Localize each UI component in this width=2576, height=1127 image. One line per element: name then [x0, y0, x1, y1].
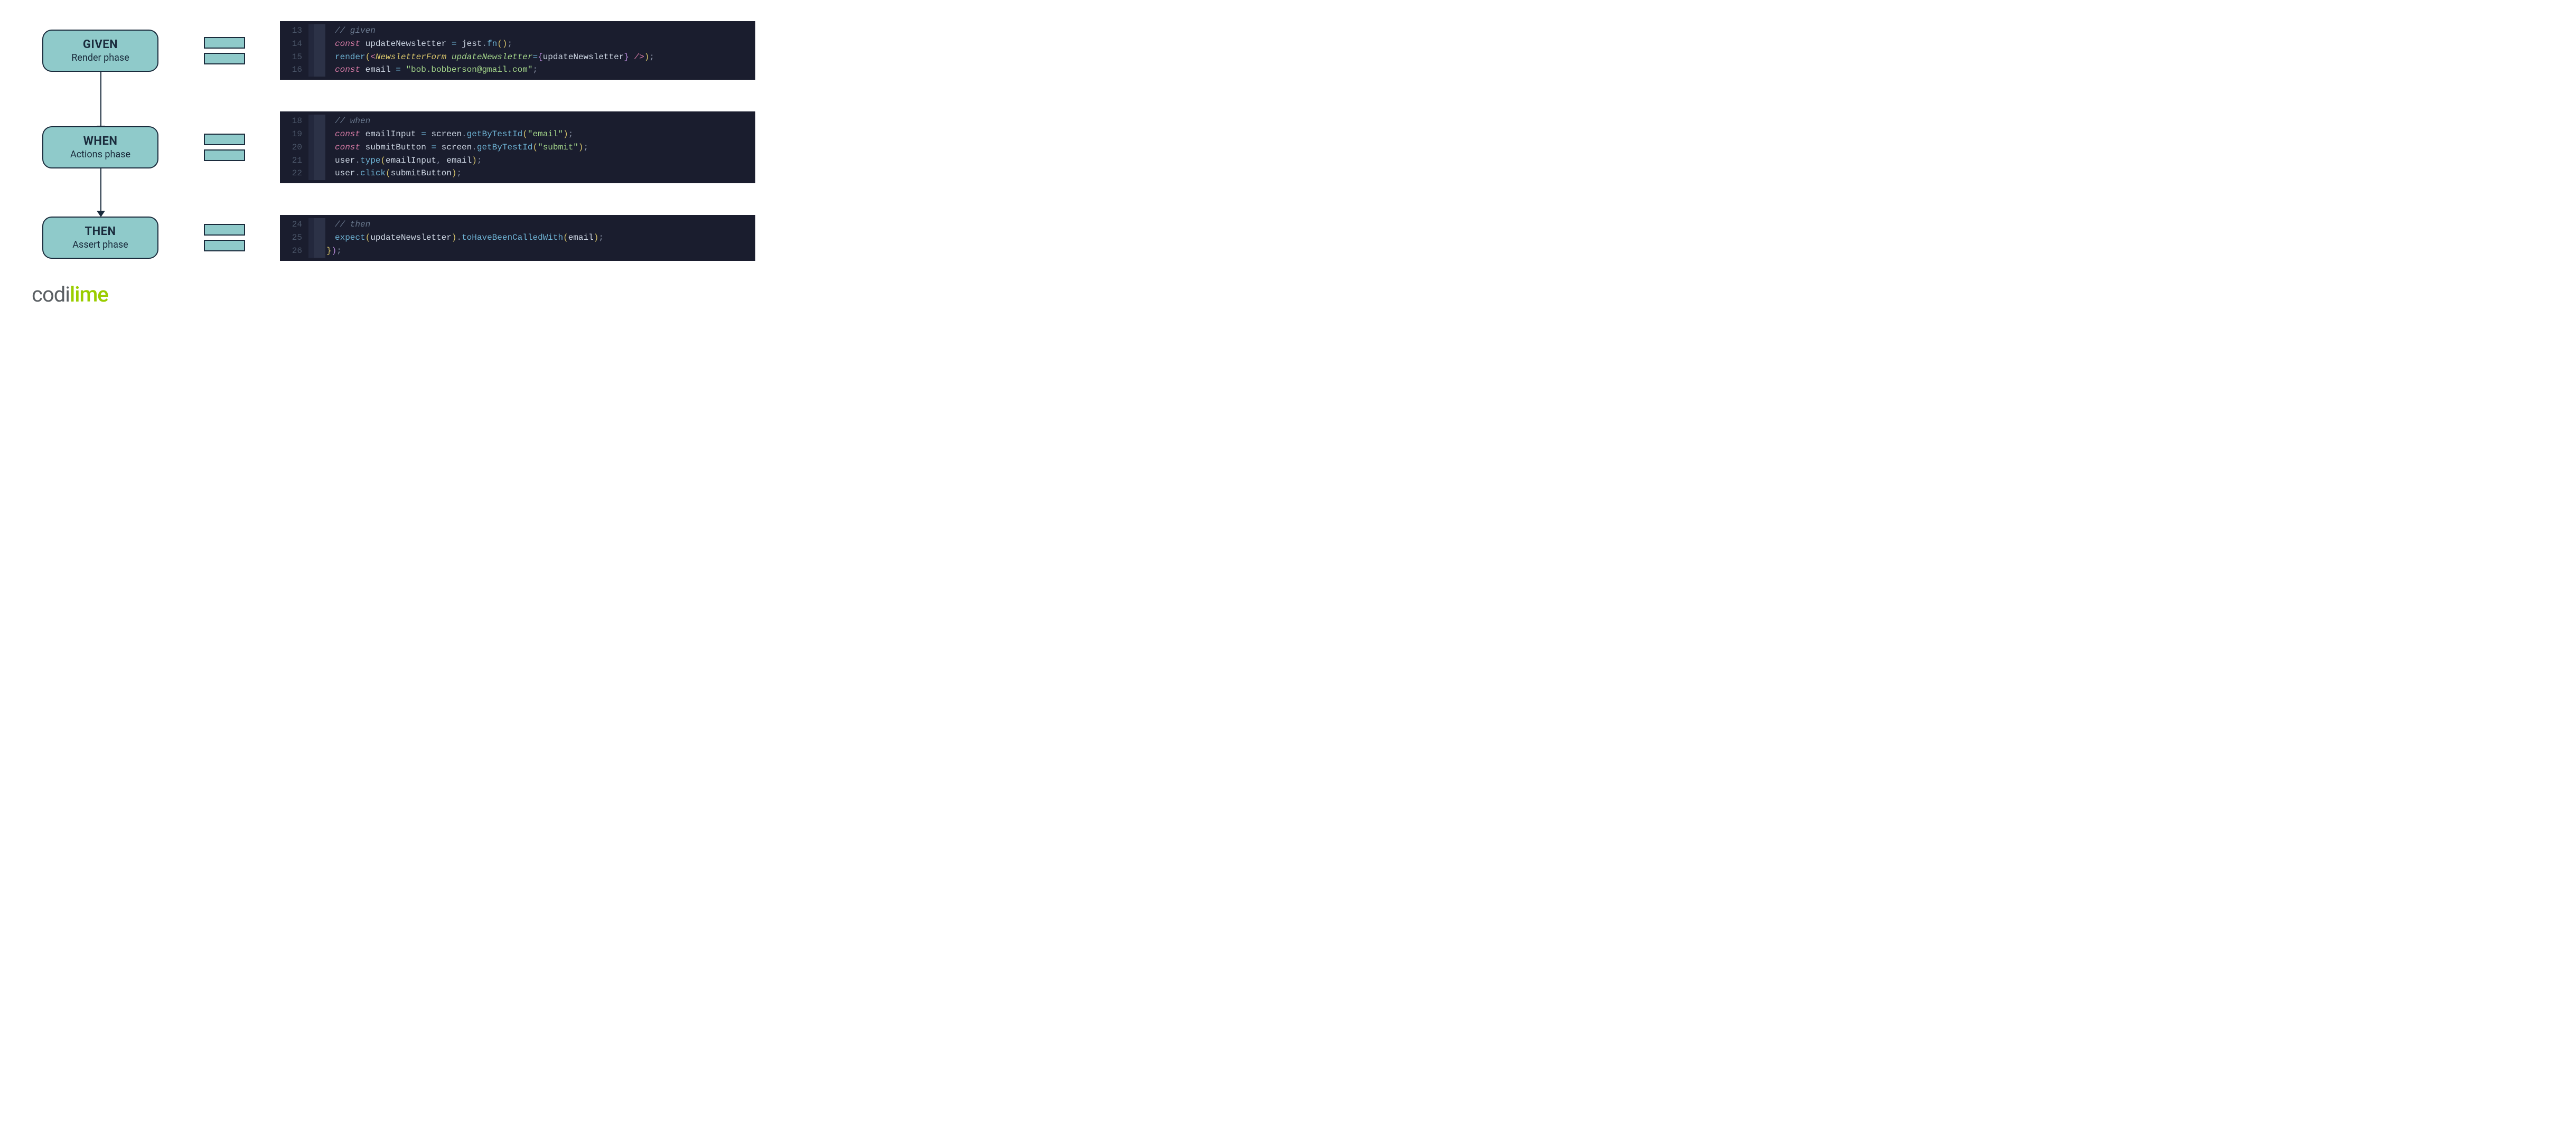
- equals-bar: [204, 53, 245, 64]
- line-number: 14: [280, 37, 308, 51]
- equals-icon: [190, 134, 259, 161]
- code-text: const email = "bob.bobberson@gmail.com";: [325, 63, 755, 77]
- code-line: 15 render(<NewsletterForm updateNewslette…: [280, 51, 755, 64]
- logo-part-2: lime: [70, 282, 108, 307]
- line-number: 20: [280, 141, 308, 154]
- line-number: 18: [280, 115, 308, 128]
- phase-title: WHEN: [49, 135, 152, 148]
- equals-bar: [204, 240, 245, 251]
- phase-subtitle: Assert phase: [49, 239, 152, 250]
- code-text: render(<NewsletterForm updateNewsletter=…: [325, 51, 755, 64]
- code-line: 26});: [280, 245, 755, 258]
- equals-bar: [204, 224, 245, 236]
- code-line: 14 const updateNewsletter = jest.fn();: [280, 37, 755, 51]
- logo-part-1: codi: [32, 282, 70, 307]
- code-line: 19 const emailInput = screen.getByTestId(…: [280, 128, 755, 141]
- code-text: const updateNewsletter = jest.fn();: [325, 37, 755, 51]
- code-text: user.click(submitButton);: [325, 167, 755, 180]
- line-number: 25: [280, 231, 308, 245]
- phase-row-when: WHEN Actions phase 18 // when 19 const emai…: [32, 111, 2544, 183]
- phase-title: GIVEN: [49, 38, 152, 51]
- line-number: 15: [280, 51, 308, 64]
- equals-bar: [204, 149, 245, 161]
- code-line: 21 user.type(emailInput, email);: [280, 154, 755, 167]
- phase-row-then: THEN Assert phase 24 // then 25 expect(upda…: [32, 215, 2544, 260]
- line-number: 26: [280, 245, 308, 258]
- equals-bar: [204, 37, 245, 49]
- equals-icon: [190, 37, 259, 64]
- code-line: 25 expect(updateNewsletter).toHaveBeenCal…: [280, 231, 755, 245]
- code-line: 16 const email = "bob.bobberson@gmail.com…: [280, 63, 755, 77]
- line-number: 24: [280, 218, 308, 231]
- code-text: const submitButton = screen.getByTestId(…: [325, 141, 755, 154]
- code-block-when: 18 // when 19 const emailInput = screen.get…: [280, 111, 755, 183]
- code-text: expect(updateNewsletter).toHaveBeenCalle…: [325, 231, 755, 245]
- line-number: 13: [280, 24, 308, 37]
- line-number: 19: [280, 128, 308, 141]
- flow-connector: [100, 63, 101, 127]
- code-text: // when: [325, 115, 755, 128]
- code-line: 24 // then: [280, 218, 755, 231]
- code-text: });: [325, 245, 755, 258]
- code-block-given: 13 // given 14 const updateNewsletter = jes…: [280, 21, 755, 80]
- phase-title: THEN: [49, 225, 152, 238]
- code-text: // given: [325, 24, 755, 37]
- line-number: 22: [280, 167, 308, 180]
- phase-box-when: WHEN Actions phase: [42, 126, 158, 168]
- phase-subtitle: Render phase: [49, 52, 152, 63]
- line-number: 21: [280, 154, 308, 167]
- code-line: 20 const submitButton = screen.getByTestI…: [280, 141, 755, 154]
- diagram-rows: GIVEN Render phase 13 // given 14 const upd…: [32, 21, 2544, 261]
- codilime-logo: codilime: [32, 282, 2544, 307]
- phase-box-given: GIVEN Render phase: [42, 30, 158, 72]
- equals-bar: [204, 134, 245, 145]
- code-line: 18 // when: [280, 115, 755, 128]
- line-number: 16: [280, 63, 308, 77]
- code-block-then: 24 // then 25 expect(updateNewsletter).toHa…: [280, 215, 755, 260]
- equals-icon: [190, 224, 259, 251]
- code-text: const emailInput = screen.getByTestId("e…: [325, 128, 755, 141]
- code-line: 22 user.click(submitButton);: [280, 167, 755, 180]
- phase-box-then: THEN Assert phase: [42, 217, 158, 259]
- phase-row-given: GIVEN Render phase 13 // given 14 const upd…: [32, 21, 2544, 80]
- code-line: 13 // given: [280, 24, 755, 37]
- code-text: // then: [325, 218, 755, 231]
- phase-subtitle: Actions phase: [49, 149, 152, 160]
- code-text: user.type(emailInput, email);: [325, 154, 755, 167]
